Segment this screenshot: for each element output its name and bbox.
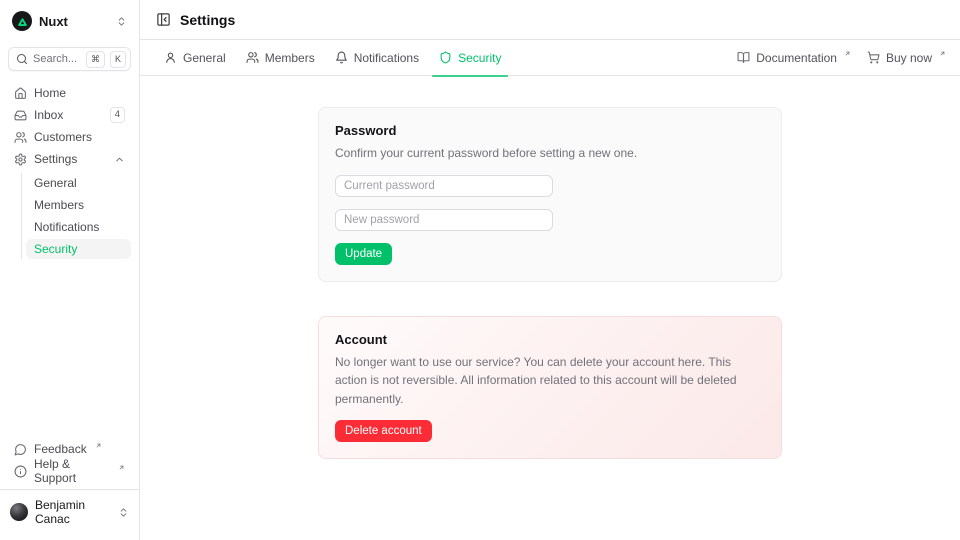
tab-label: Members — [265, 51, 315, 65]
chevrons-up-down-icon — [118, 507, 129, 518]
account-card-title: Account — [335, 332, 765, 347]
sidebar-collapse-button[interactable] — [156, 12, 171, 27]
team-switcher[interactable]: Nuxt — [8, 8, 131, 34]
users-icon — [14, 131, 27, 144]
chevron-up-icon — [114, 154, 125, 165]
tab-general[interactable]: General — [154, 40, 236, 76]
tab-label: General — [183, 51, 226, 65]
sidebar-item-security[interactable]: Security — [26, 239, 131, 259]
sidebar-item-home[interactable]: Home — [8, 83, 131, 103]
user-name: Benjamin Canac — [35, 498, 111, 526]
help-support-link[interactable]: Help & Support — [8, 461, 131, 481]
tab-members[interactable]: Members — [236, 40, 325, 76]
password-card-description: Confirm your current password before set… — [335, 144, 765, 163]
cart-icon — [867, 51, 880, 64]
team-name: Nuxt — [39, 14, 68, 29]
settings-subnav: General Members Notifications Security — [21, 173, 131, 259]
documentation-label: Documentation — [756, 51, 837, 65]
shield-icon — [439, 51, 452, 64]
password-card: Password Confirm your current password b… — [318, 107, 782, 282]
sidebar-item-notifications[interactable]: Notifications — [26, 217, 131, 237]
house-icon — [14, 87, 27, 100]
sidebar-item-members[interactable]: Members — [26, 195, 131, 215]
sidebar: Nuxt Search... ⌘ K Home — [0, 0, 140, 540]
search-input[interactable]: Search... ⌘ K — [8, 47, 131, 71]
kbd-k: K — [110, 51, 126, 68]
sub-item-label: Security — [34, 242, 77, 256]
sidebar-item-settings[interactable]: Settings — [8, 149, 131, 169]
main-panel: Settings General Members Notifications — [140, 0, 960, 540]
account-card: Account No longer want to use our servic… — [318, 316, 782, 460]
sidebar-nav: Home Inbox 4 Customers Settings — [8, 83, 131, 259]
page-title: Settings — [180, 12, 235, 28]
help-support-label: Help & Support — [34, 457, 110, 485]
sub-item-label: General — [34, 176, 77, 190]
buy-now-link[interactable]: Buy now — [867, 51, 946, 65]
sidebar-footer: Feedback Help & Support Benjamin Canac — [8, 439, 131, 540]
tab-label: Notifications — [354, 51, 419, 65]
inbox-count-badge: 4 — [110, 107, 125, 123]
search-icon — [16, 53, 28, 65]
account-card-description: No longer want to use our service? You c… — [335, 353, 765, 409]
external-link-icon — [939, 50, 946, 57]
update-password-button[interactable]: Update — [335, 243, 392, 265]
current-password-field[interactable] — [335, 175, 553, 197]
feedback-link[interactable]: Feedback — [8, 439, 131, 459]
tab-notifications[interactable]: Notifications — [325, 40, 429, 76]
app-window: Nuxt Search... ⌘ K Home — [0, 0, 960, 540]
book-open-icon — [737, 51, 750, 64]
header-links: Documentation Buy now — [737, 51, 946, 65]
user-menu[interactable]: Benjamin Canac — [0, 489, 139, 534]
kbd-cmd: ⌘ — [86, 51, 105, 68]
info-circle-icon — [14, 465, 27, 478]
delete-account-button[interactable]: Delete account — [335, 420, 432, 442]
message-bubble-icon — [14, 443, 27, 456]
page-header: Settings — [140, 0, 960, 40]
sidebar-item-general[interactable]: General — [26, 173, 131, 193]
sidebar-item-customers[interactable]: Customers — [8, 127, 131, 147]
sub-item-label: Notifications — [34, 220, 99, 234]
sidebar-item-inbox[interactable]: Inbox 4 — [8, 105, 131, 125]
sidebar-item-label: Settings — [34, 152, 77, 166]
sidebar-item-label: Home — [34, 86, 66, 100]
inbox-icon — [14, 109, 27, 122]
documentation-link[interactable]: Documentation — [737, 51, 851, 65]
buy-now-label: Buy now — [886, 51, 932, 65]
user-icon — [164, 51, 177, 64]
search-placeholder: Search... — [33, 53, 81, 65]
tabs-bar: General Members Notifications Security — [140, 40, 960, 76]
sidebar-item-label: Inbox — [34, 108, 63, 122]
external-link-icon — [844, 50, 851, 57]
sub-item-label: Members — [34, 198, 84, 212]
nuxt-logo-icon — [12, 11, 32, 31]
password-card-title: Password — [335, 123, 765, 138]
external-link-icon — [118, 464, 125, 471]
settings-security-content: Password Confirm your current password b… — [140, 76, 960, 540]
tab-security[interactable]: Security — [429, 40, 511, 76]
sidebar-item-label: Customers — [34, 130, 92, 144]
users-icon — [246, 51, 259, 64]
new-password-field[interactable] — [335, 209, 553, 231]
user-avatar — [10, 503, 28, 521]
gear-icon — [14, 153, 27, 166]
external-link-icon — [95, 442, 102, 449]
feedback-label: Feedback — [34, 442, 87, 456]
chevrons-up-down-icon — [116, 16, 127, 27]
tab-label: Security — [458, 51, 501, 65]
bell-icon — [335, 51, 348, 64]
